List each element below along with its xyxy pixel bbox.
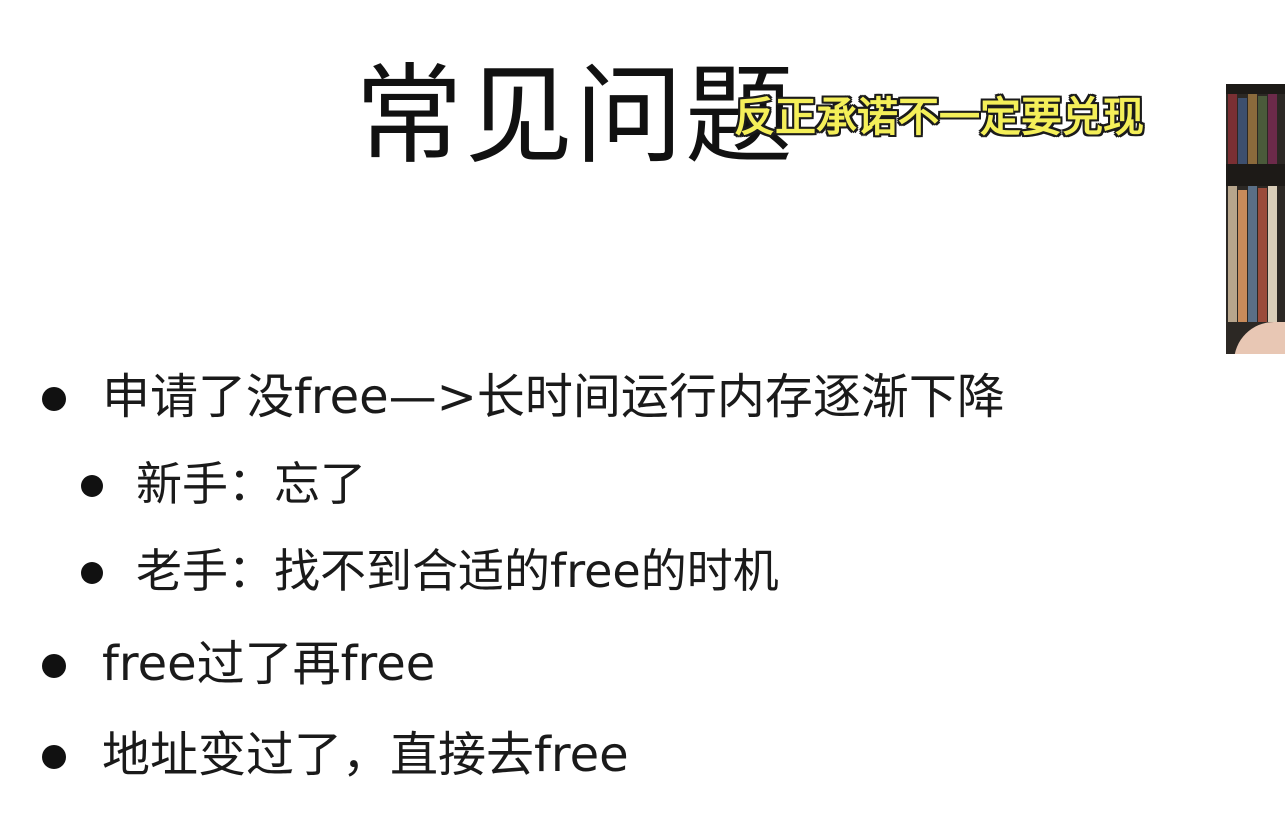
bullet-dot-icon	[42, 745, 66, 769]
bullet-item: 老手：找不到合适的free的时机	[81, 542, 779, 600]
webcam-person	[1234, 322, 1285, 354]
webcam-book	[1238, 190, 1247, 322]
webcam-book	[1248, 94, 1257, 164]
webcam-book	[1248, 186, 1257, 322]
webcam-book	[1228, 94, 1237, 164]
bullet-item: 新手：忘了	[81, 455, 366, 513]
webcam-book	[1238, 98, 1247, 164]
webcam-overlay	[1226, 84, 1285, 354]
bullet-dot-icon	[42, 387, 66, 411]
bullet-text: 申请了没free—>长时间运行内存逐渐下降	[102, 369, 1005, 425]
bullet-dot-icon	[81, 562, 103, 584]
webcam-shelf	[1226, 84, 1285, 94]
bullet-text: free过了再free	[102, 636, 436, 692]
bullet-dot-icon	[42, 654, 66, 678]
webcam-shelf	[1226, 164, 1285, 186]
webcam-book	[1228, 186, 1237, 322]
bullet-item: free过了再free	[42, 634, 436, 694]
bullet-text: 老手：找不到合适的free的时机	[136, 544, 779, 598]
slide: 常见问题 反正承诺不一定要兑现 申请了没free—>长时间运行内存逐渐下降 新手…	[0, 0, 1285, 818]
webcam-book	[1268, 94, 1277, 164]
webcam-book	[1268, 186, 1277, 322]
webcam-book	[1258, 188, 1267, 322]
bullet-dot-icon	[81, 475, 103, 497]
bullet-item: 地址变过了，直接去free	[42, 725, 629, 785]
bullet-text: 地址变过了，直接去free	[102, 727, 629, 783]
bullet-item: 申请了没free—>长时间运行内存逐渐下降	[42, 367, 1005, 427]
video-caption: 反正承诺不一定要兑现	[734, 93, 1144, 141]
webcam-book	[1258, 96, 1267, 164]
slide-title: 常见问题	[355, 54, 796, 179]
bullet-text: 新手：忘了	[136, 457, 366, 511]
